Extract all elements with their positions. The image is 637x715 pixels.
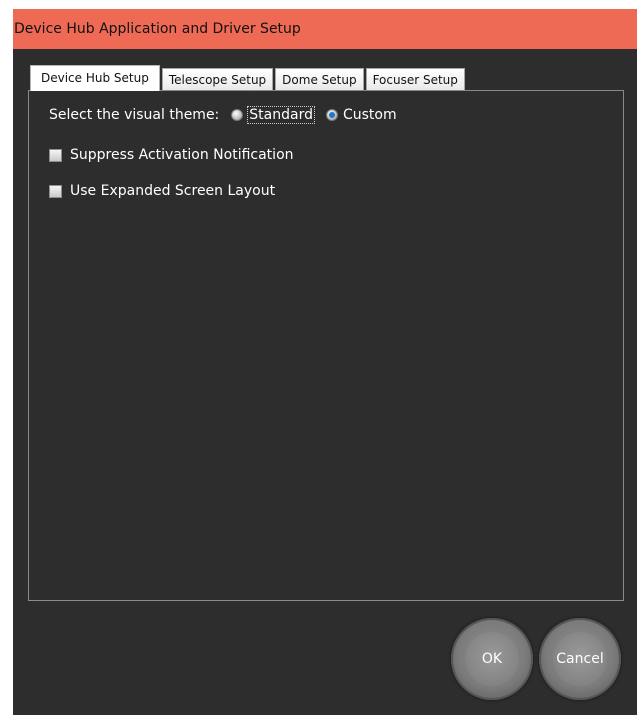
theme-selector-row: Select the visual theme: Standard Custom	[49, 106, 397, 124]
radio-checked-icon[interactable]	[325, 109, 338, 121]
theme-label: Select the visual theme:	[49, 107, 220, 123]
expanded-layout-checkbox[interactable]	[49, 184, 62, 198]
cancel-button-label: Cancel	[556, 651, 604, 667]
theme-option-standard[interactable]: Standard	[231, 106, 315, 124]
window-title: Device Hub Application and Driver Setup	[13, 9, 637, 49]
expanded-layout-row[interactable]: Use Expanded Screen Layout	[49, 183, 275, 199]
tab-strip: Device Hub Setup Telescope Setup Dome Se…	[30, 65, 467, 91]
setup-window: Device Hub Application and Driver Setup …	[13, 9, 637, 715]
tab-dome-setup[interactable]: Dome Setup	[275, 68, 364, 90]
suppress-activation-row[interactable]: Suppress Activation Notification	[49, 147, 294, 163]
device-hub-setup-panel: Select the visual theme: Standard Custom…	[28, 90, 624, 601]
ok-button[interactable]: OK	[451, 618, 533, 700]
cancel-button[interactable]: Cancel	[539, 618, 621, 700]
suppress-activation-label[interactable]: Suppress Activation Notification	[70, 147, 294, 163]
expanded-layout-label[interactable]: Use Expanded Screen Layout	[70, 183, 275, 199]
ok-button-label: OK	[481, 651, 503, 667]
suppress-activation-checkbox[interactable]	[49, 148, 62, 162]
tab-focuser-setup[interactable]: Focuser Setup	[365, 68, 465, 90]
theme-option-custom[interactable]: Custom	[325, 107, 397, 123]
theme-option-custom-label[interactable]: Custom	[343, 107, 397, 123]
tab-telescope-setup[interactable]: Telescope Setup	[161, 68, 274, 90]
radio-unchecked-icon[interactable]	[231, 109, 244, 121]
theme-option-standard-label[interactable]: Standard	[247, 106, 315, 124]
tab-device-hub-setup[interactable]: Device Hub Setup	[30, 65, 160, 91]
